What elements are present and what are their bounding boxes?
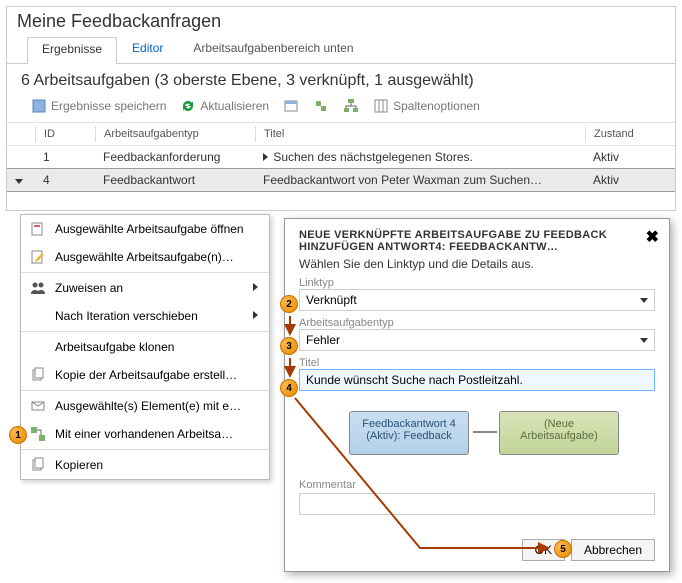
witype-label: Arbeitsaufgabentyp <box>299 317 655 329</box>
results-panel: Meine Feedbackanfragen Ergebnisse Editor… <box>6 6 676 211</box>
link-existing-icon <box>29 426 47 442</box>
dialog-buttons: OK Abbrechen <box>522 539 655 561</box>
cell-title: Suchen des nächstgelegenen Stores. <box>255 148 585 166</box>
menu-assign[interactable]: Zuweisen an <box>21 274 269 302</box>
row-menu-icon[interactable] <box>15 179 23 184</box>
table-row[interactable]: 1 Feedbackanforderung Suchen des nächstg… <box>7 146 675 168</box>
col-title[interactable]: Titel <box>255 126 585 142</box>
step-badge-3: 3 <box>280 337 298 355</box>
expand-icon[interactable] <box>263 153 268 161</box>
copy-wi-icon <box>29 367 47 383</box>
dialog-title: NEUE VERKNÜPFTE ARBEITSAUFGABE ZU FEEDBA… <box>299 229 655 253</box>
cancel-button[interactable]: Abbrechen <box>571 539 655 561</box>
toolbar: Ergebnisse speichern Aktualisieren Spalt… <box>7 98 675 122</box>
refresh-label: Aktualisieren <box>200 99 269 113</box>
diagram-target-node: (Neue Arbeitsaufgabe) <box>499 411 619 455</box>
cell-title: Feedbackantwort von Peter Waxman zum Suc… <box>255 171 585 189</box>
link-icon[interactable] <box>313 98 329 114</box>
save-icon <box>31 98 47 114</box>
copy-icon <box>29 457 47 473</box>
cell-state: Aktiv <box>585 148 675 166</box>
cell-type: Feedbackantwort <box>95 171 255 189</box>
menu-edit[interactable]: Ausgewählte Arbeitsaufgabe(n)… <box>21 243 269 271</box>
menu-copywi[interactable]: Kopie der Arbeitsaufgabe erstell… <box>21 361 269 389</box>
dialog-subtitle: Wählen Sie den Linktyp und die Details a… <box>299 257 655 271</box>
chevron-down-icon <box>640 298 648 303</box>
menu-copy[interactable]: Kopieren <box>21 451 269 479</box>
col-id[interactable]: ID <box>35 126 95 142</box>
comment-label: Kommentar <box>299 479 655 491</box>
link-diagram: Feedbackantwort 4 (Aktiv): Feedback (Neu… <box>299 403 655 473</box>
menu-move[interactable]: Nach Iteration verschieben <box>21 302 269 330</box>
cell-state: Aktiv <box>585 171 675 189</box>
context-menu: Ausgewählte Arbeitsaufgabe öffnen Ausgew… <box>20 214 270 480</box>
witype-select[interactable]: Fehler <box>299 329 655 351</box>
step-badge-2: 2 <box>280 295 298 313</box>
col-state[interactable]: Zustand <box>585 126 675 142</box>
step-badge-5: 5 <box>554 540 572 558</box>
edit-icon <box>29 249 47 265</box>
step-badge-4: 4 <box>280 379 298 397</box>
new-linked-workitem-dialog: ✖ NEUE VERKNÜPFTE ARBEITSAUFGABE ZU FEED… <box>284 218 670 572</box>
refresh-arrows-icon <box>180 98 196 114</box>
table-row[interactable]: 4 Feedbackantwort Feedbackantwort von Pe… <box>7 168 675 192</box>
menu-clone[interactable]: Arbeitsaufgabe klonen <box>21 333 269 361</box>
tab-bar: Ergebnisse Editor Arbeitsaufgabenbereich… <box>7 36 675 64</box>
cell-id: 4 <box>35 171 95 189</box>
close-icon[interactable]: ✖ <box>646 227 659 247</box>
menu-open[interactable]: Ausgewählte Arbeitsaufgabe öffnen <box>21 215 269 243</box>
people-icon <box>29 280 47 296</box>
cell-type: Feedbackanforderung <box>95 148 255 166</box>
submenu-arrow-icon <box>251 309 261 323</box>
tab-area[interactable]: Arbeitsaufgabenbereich unten <box>178 36 368 63</box>
diagram-source-node: Feedbackantwort 4 (Aktiv): Feedback <box>349 411 469 455</box>
col-type[interactable]: Arbeitsaufgabentyp <box>95 126 255 142</box>
email-icon <box>29 398 47 414</box>
menu-link-existing[interactable]: Mit einer vorhandenen Arbeitsa… <box>21 420 269 448</box>
linktype-select[interactable]: Verknüpft <box>299 289 655 311</box>
title-input[interactable]: Kunde wünscht Suche nach Postleitzahl. <box>299 369 655 391</box>
save-results-button[interactable]: Ergebnisse speichern <box>31 98 166 114</box>
tab-results[interactable]: Ergebnisse <box>27 37 117 64</box>
chevron-down-icon <box>640 338 648 343</box>
tree-icon[interactable] <box>343 98 359 114</box>
menu-export[interactable]: Ausgewählte(s) Element(e) mit e… <box>21 392 269 420</box>
linktype-label: Linktyp <box>299 277 655 289</box>
grid-header: ID Arbeitsaufgabentyp Titel Zustand <box>7 122 675 146</box>
save-results-label: Ergebnisse speichern <box>51 99 166 113</box>
columns-label: Spaltenoptionen <box>393 99 480 113</box>
open-wi-icon <box>29 221 47 237</box>
refresh-button[interactable]: Aktualisieren <box>180 98 269 114</box>
tab-editor[interactable]: Editor <box>117 36 178 63</box>
panel-title: Meine Feedbackanfragen <box>7 7 675 36</box>
diagram-connector <box>473 431 497 433</box>
open-items-icon[interactable] <box>283 98 299 114</box>
step-badge-1: 1 <box>9 426 27 444</box>
results-subtitle: 6 Arbeitsaufgaben (3 oberste Ebene, 3 ve… <box>7 64 675 98</box>
column-options-button[interactable]: Spaltenoptionen <box>373 98 480 114</box>
cell-id: 1 <box>35 148 95 166</box>
title-label: Titel <box>299 357 655 369</box>
columns-icon <box>373 98 389 114</box>
comment-input[interactable] <box>299 493 655 515</box>
submenu-arrow-icon <box>251 281 261 295</box>
